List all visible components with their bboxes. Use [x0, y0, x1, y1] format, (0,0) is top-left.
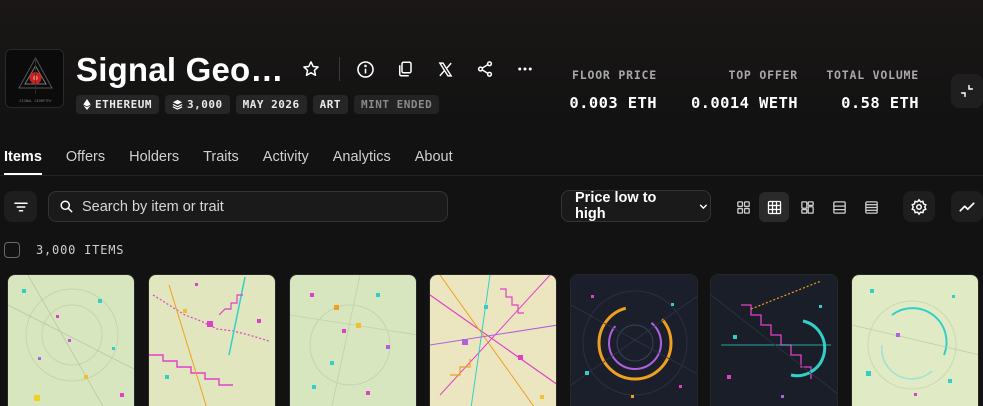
chain-badge: ETHEREUM [76, 95, 159, 114]
view-grid-small-button[interactable] [728, 192, 758, 222]
search-input[interactable] [82, 198, 422, 215]
chevron-down-icon [699, 203, 708, 209]
date-badge: MAY 2026 [235, 95, 307, 114]
filter-icon [13, 202, 28, 211]
stat-value: 0.0014 WETH [690, 94, 798, 112]
stat-label: TOTAL VOLUME [826, 68, 919, 82]
stat-top-offer: TOP OFFER 0.0014 WETH [691, 68, 798, 112]
category-badge: ART [312, 95, 348, 114]
sort-label: Price low to high [575, 190, 657, 222]
nft-card[interactable] [429, 274, 557, 406]
tab-holders[interactable]: Holders [129, 149, 179, 175]
select-all-checkbox[interactable] [4, 242, 20, 258]
view-list-button[interactable] [824, 192, 854, 222]
header-divider [339, 57, 340, 81]
items-count: 3,000 ITEMS [36, 243, 125, 257]
stat-value: 0.003 ETH [569, 94, 657, 112]
sort-dropdown[interactable]: Price low to high [561, 190, 711, 222]
table-icon [864, 200, 878, 214]
tab-traits[interactable]: Traits [203, 149, 239, 175]
nft-card[interactable] [7, 274, 135, 406]
search-field[interactable] [48, 191, 448, 222]
stat-total-volume: TOTAL VOLUME 0.58 ETH [826, 68, 919, 112]
nft-artwork [290, 275, 416, 406]
nft-artwork [571, 275, 697, 406]
collection-badges: ETHEREUM 3,000 MAY 2026 ART MINT ENDED [76, 95, 440, 114]
collection-tabs: Items Offers Holders Traits Activity Ana… [4, 149, 477, 175]
stat-label: TOP OFFER [728, 68, 798, 82]
settings-button[interactable] [903, 191, 935, 222]
view-grid-medium-button[interactable] [759, 192, 789, 222]
tab-analytics[interactable]: Analytics [333, 149, 391, 175]
analytics-chart-button[interactable] [951, 191, 983, 222]
tabs-divider [0, 175, 983, 176]
nft-card[interactable] [289, 274, 417, 406]
nft-artwork [430, 275, 556, 406]
ethereum-icon [83, 99, 91, 110]
collapse-button[interactable] [951, 74, 983, 108]
tab-activity[interactable]: Activity [263, 149, 309, 175]
stat-value: 0.58 ETH [841, 94, 919, 112]
share-icon[interactable] [471, 55, 499, 83]
more-icon[interactable] [511, 55, 539, 83]
logo-text: SIGNAL GEOMETRY [19, 99, 52, 103]
nft-artwork [852, 275, 978, 406]
x-icon[interactable] [431, 55, 459, 83]
list-icon [832, 200, 846, 214]
nft-artwork [8, 275, 134, 406]
info-icon[interactable] [351, 55, 379, 83]
view-table-button[interactable] [856, 192, 886, 222]
nft-card[interactable] [570, 274, 698, 406]
nft-card[interactable] [148, 274, 276, 406]
nft-artwork [711, 275, 837, 406]
supply-badge: 3,000 [164, 95, 230, 114]
search-icon [60, 200, 73, 213]
tab-about[interactable]: About [415, 149, 453, 175]
gear-icon [911, 198, 927, 215]
nft-artwork [149, 275, 275, 406]
grid-medium-icon [767, 200, 781, 214]
filter-button[interactable] [4, 191, 37, 222]
nft-card[interactable] [851, 274, 979, 406]
star-icon[interactable] [297, 55, 325, 83]
tab-offers[interactable]: Offers [66, 149, 105, 175]
copy-icon[interactable] [391, 55, 419, 83]
mint-status-badge: MINT ENDED [353, 95, 440, 114]
grid-large-icon [800, 200, 814, 214]
collection-title: Signal Geometry [76, 51, 286, 88]
stat-floor-price: FLOOR PRICE 0.003 ETH [569, 68, 657, 112]
grid-small-icon [736, 200, 750, 214]
collapse-icon [960, 84, 974, 98]
layers-icon [172, 99, 183, 110]
view-grid-large-button[interactable] [792, 192, 822, 222]
collection-avatar: SIGNAL GEOMETRY [5, 49, 64, 108]
stat-label: FLOOR PRICE [572, 68, 657, 82]
trend-line-icon [959, 201, 975, 212]
nft-card[interactable] [710, 274, 838, 406]
tab-items[interactable]: Items [4, 149, 42, 175]
